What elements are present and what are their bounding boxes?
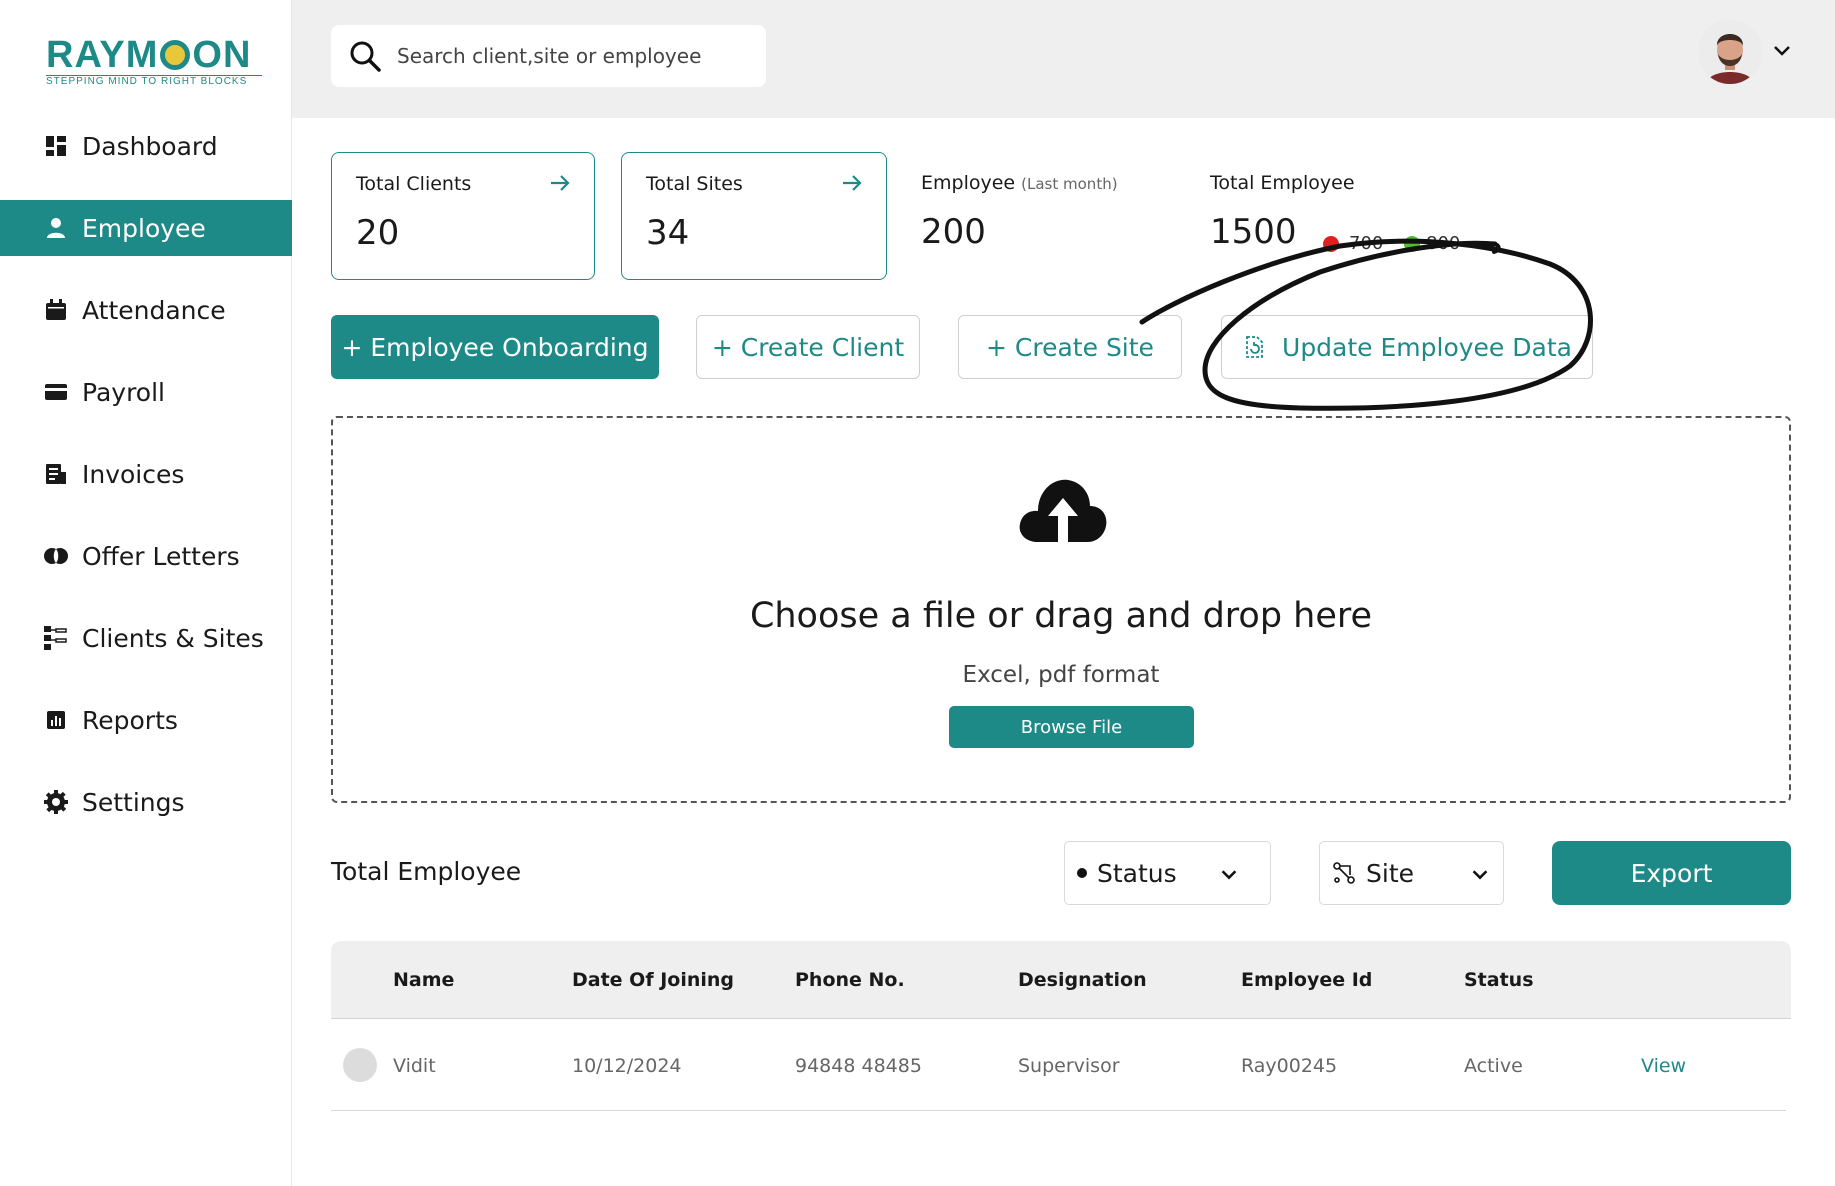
- status-filter-select[interactable]: Status: [1064, 841, 1271, 905]
- create-site-button[interactable]: + Create Site: [958, 315, 1182, 379]
- green-count: 800: [1426, 233, 1461, 254]
- cell-employee-id: Ray00245: [1241, 1055, 1338, 1077]
- sidebar-item-settings[interactable]: Settings: [0, 774, 292, 830]
- cell-name: Vidit: [393, 1055, 436, 1077]
- drop-zone-title: Choose a file or drag and drop here: [749, 596, 1373, 636]
- sidebar-item-payroll[interactable]: Payroll: [0, 364, 292, 420]
- refresh-file-icon: [1246, 336, 1263, 358]
- column-header-employee-id[interactable]: Employee Id: [1241, 969, 1372, 991]
- sidebar-item-clients-sites[interactable]: Clients & Sites: [0, 610, 292, 666]
- gear-icon: [44, 790, 68, 814]
- card-label: Total Employee: [1210, 172, 1355, 194]
- card-label-sub: (Last month): [1021, 175, 1118, 193]
- cell-phone: 94848 48485: [795, 1055, 922, 1077]
- card-total-sites[interactable]: Total Sites 34: [621, 152, 887, 280]
- avatar[interactable]: [1698, 20, 1762, 84]
- search-input[interactable]: [397, 44, 757, 68]
- search-box[interactable]: [331, 25, 766, 87]
- sidebar-item-label: Reports: [82, 705, 178, 735]
- card-value: 34: [646, 213, 690, 253]
- red-status-dot: [1323, 236, 1339, 252]
- logo-tagline: STEPPING MIND TO RIGHT BLOCKS: [46, 75, 262, 87]
- logo-moon-icon: [160, 40, 191, 70]
- column-header-designation[interactable]: Designation: [1018, 969, 1147, 991]
- red-count: 700: [1349, 233, 1384, 254]
- update-employee-data-button[interactable]: Update Employee Data: [1221, 315, 1593, 379]
- column-header-name[interactable]: Name: [393, 969, 454, 991]
- chevron-down-icon: [1221, 870, 1237, 880]
- offer-icon: [44, 544, 68, 568]
- cell-date-of-joining: 10/12/2024: [572, 1055, 682, 1077]
- card-value: 1500: [1210, 212, 1297, 252]
- dashboard-icon: [44, 134, 68, 158]
- search-icon: [350, 41, 381, 72]
- calendar-icon: [44, 298, 68, 322]
- update-employee-data-label: Update Employee Data: [1282, 332, 1572, 362]
- column-header-date-of-joining[interactable]: Date Of Joining: [572, 969, 734, 991]
- card-label: Total Clients: [356, 173, 472, 195]
- site-filter-label: Site: [1366, 858, 1414, 888]
- create-client-button[interactable]: + Create Client: [696, 315, 920, 379]
- cloud-upload-icon: [1019, 479, 1107, 542]
- employee-table: Name Date Of Joining Phone No. Designati…: [331, 941, 1791, 1186]
- user-icon: [44, 216, 68, 240]
- logo: RAYM ON STEPPING MIND TO RIGHT BLOCKS: [46, 34, 262, 87]
- sidebar-item-label: Settings: [82, 787, 185, 817]
- card-icon: [44, 380, 68, 404]
- card-value: 200: [921, 212, 986, 252]
- sidebar-item-label: Employee: [82, 213, 206, 243]
- arrow-right-icon: [551, 175, 570, 191]
- sidebar-item-attendance[interactable]: Attendance: [0, 282, 292, 338]
- sidebar-item-label: Attendance: [82, 295, 226, 325]
- sidebar-item-dashboard[interactable]: Dashboard: [0, 118, 292, 174]
- browse-file-button[interactable]: Browse File: [949, 706, 1194, 748]
- report-icon: [44, 708, 68, 732]
- invoice-icon: [44, 462, 68, 486]
- sidebar-item-label: Offer Letters: [82, 541, 240, 571]
- card-label: Total Sites: [646, 173, 743, 195]
- hierarchy-icon: [44, 626, 68, 650]
- cell-status: Active: [1464, 1055, 1523, 1077]
- export-button[interactable]: Export: [1552, 841, 1791, 905]
- cell-designation: Supervisor: [1018, 1055, 1120, 1077]
- sidebar-item-label: Dashboard: [82, 131, 218, 161]
- sidebar-item-label: Payroll: [82, 377, 165, 407]
- sidebar-item-employee[interactable]: Employee: [0, 200, 292, 256]
- card-label: Employee (Last month): [921, 172, 1118, 194]
- table-header: Name Date Of Joining Phone No. Designati…: [331, 941, 1791, 1019]
- sidebar-item-reports[interactable]: Reports: [0, 692, 292, 748]
- sidebar-item-invoices[interactable]: Invoices: [0, 446, 292, 502]
- card-label-main: Employee: [921, 172, 1016, 194]
- sidebar: RAYM ON STEPPING MIND TO RIGHT BLOCKS Da…: [0, 0, 292, 1186]
- sidebar-item-label: Clients & Sites: [82, 623, 264, 653]
- card-total-clients[interactable]: Total Clients 20: [331, 152, 595, 280]
- column-header-phone[interactable]: Phone No.: [795, 969, 905, 991]
- site-route-icon: [1333, 862, 1355, 884]
- sidebar-item-offer-letters[interactable]: Offer Letters: [0, 528, 292, 584]
- sidebar-item-label: Invoices: [82, 459, 185, 489]
- status-filter-label: Status: [1097, 858, 1177, 888]
- green-status-dot: [1404, 236, 1420, 252]
- card-value: 20: [356, 213, 400, 253]
- file-drop-zone[interactable]: Choose a file or drag and drop here Exce…: [331, 416, 1791, 803]
- arrow-right-icon: [843, 175, 862, 191]
- top-header: [292, 0, 1835, 118]
- bullet-icon: [1077, 868, 1087, 878]
- logo-text-right: ON: [192, 34, 252, 76]
- card-employee-last-month: Employee (Last month) 200: [897, 152, 1159, 280]
- site-filter-select[interactable]: Site: [1319, 841, 1504, 905]
- drop-zone-formats: Excel, pdf format: [962, 662, 1160, 688]
- view-link[interactable]: View: [1641, 1055, 1686, 1077]
- card-total-employee: Total Employee 1500 700 800: [1186, 152, 1504, 280]
- table-row[interactable]: Vidit 10/12/2024 94848 48485 Supervisor …: [331, 1019, 1786, 1111]
- chevron-down-icon: [1472, 870, 1488, 880]
- chevron-down-icon[interactable]: [1770, 38, 1794, 62]
- logo-text-left: RAYM: [46, 34, 159, 76]
- list-title: Total Employee: [331, 857, 522, 886]
- row-select-toggle[interactable]: [343, 1048, 377, 1082]
- employee-onboarding-button[interactable]: + Employee Onboarding: [331, 315, 659, 379]
- column-header-status[interactable]: Status: [1464, 969, 1534, 991]
